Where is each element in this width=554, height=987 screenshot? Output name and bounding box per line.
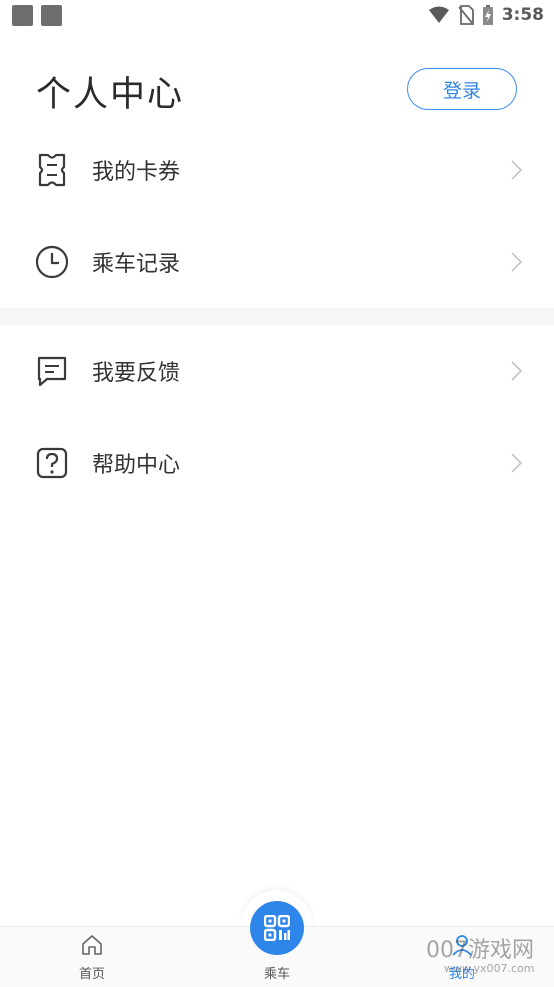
notification-icon [12, 5, 33, 26]
notification-icon [41, 5, 62, 26]
menu-item-feedback[interactable]: 我要反馈 [0, 325, 554, 417]
chevron-right-icon [511, 160, 523, 180]
no-sim-icon [458, 5, 474, 25]
watermark-url: www.yx007.com [444, 962, 535, 975]
nav-ride-label: 乘车 [263, 967, 290, 982]
qr-ride-button[interactable] [250, 901, 304, 955]
feedback-icon [37, 356, 67, 387]
menu-label: 我要反馈 [92, 361, 181, 386]
chevron-right-icon [511, 252, 523, 272]
battery-icon [482, 5, 493, 25]
menu-label: 我的卡券 [92, 160, 181, 185]
status-bar: 3:58 [0, 0, 554, 30]
clock-icon [35, 245, 69, 279]
section-divider [0, 308, 554, 325]
nav-mine[interactable]: 我的 [402, 927, 522, 987]
menu-label: 帮助中心 [92, 453, 181, 478]
user-icon [452, 935, 472, 956]
menu-item-ride-records[interactable]: 乘车记录 [0, 216, 554, 308]
home-icon [82, 935, 102, 955]
chevron-right-icon [511, 453, 523, 473]
nav-home-label: 首页 [78, 967, 105, 982]
menu-item-help-center[interactable]: 帮助中心 [0, 417, 554, 509]
page-title: 个人中心 [36, 75, 185, 115]
menu-item-coupons[interactable]: 我的卡券 [0, 124, 554, 216]
menu-label: 乘车记录 [92, 252, 181, 277]
wifi-icon [428, 6, 449, 23]
login-button[interactable]: 登录 [407, 68, 517, 110]
ticket-icon [38, 153, 66, 187]
clock-time: 3:58 [501, 5, 544, 25]
nav-home[interactable]: 首页 [32, 927, 152, 987]
page-header: 个人中心 登录 [0, 60, 554, 120]
help-icon [36, 447, 68, 479]
chevron-right-icon [511, 361, 523, 381]
qr-code-icon [264, 915, 290, 941]
status-icons: 3:58 [428, 4, 544, 26]
